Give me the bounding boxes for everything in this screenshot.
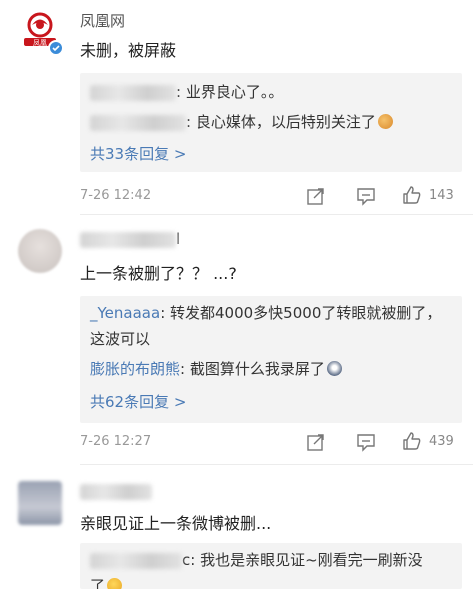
reply-box[interactable]: : 业界良心了。。 : 良心媒体，以后特别关注了 共33条回复 > — [80, 73, 462, 172]
reply-username[interactable]: 膨胀的布朗熊 — [90, 360, 180, 378]
comment-text: 未删，被屏蔽 — [80, 41, 177, 60]
comment-username[interactable]: 凤凰网 — [80, 10, 125, 31]
blurred-username — [90, 552, 182, 569]
comment-timestamp: 7-26 12:42 — [80, 188, 152, 203]
comment-text: 亲眼见证上一条微博被删... — [80, 514, 272, 533]
laughing-emoji-icon — [107, 578, 123, 589]
reply-text: : 良心媒体，以后特别关注了 — [186, 113, 376, 131]
verified-badge-icon — [48, 40, 64, 56]
reply-text: : 截图算什么我录屏了 — [180, 360, 325, 378]
more-replies-link[interactable]: 共33条回复 > — [90, 143, 186, 164]
more-replies-link[interactable]: 共62条回复 > — [90, 391, 186, 412]
comment-username[interactable]: l — [80, 230, 180, 248]
comment-item: l 上一条被删了？？ ...? _Yenaaaa: 转发都4000多快5000了… — [0, 215, 473, 465]
blurred-username — [90, 114, 186, 131]
reply-item[interactable]: 膨胀的布朗熊: 截图算什么我录屏了 — [90, 356, 456, 382]
share-icon[interactable] — [306, 186, 326, 206]
comment-icon[interactable] — [356, 186, 376, 206]
reply-box[interactable]: c: 我也是亲眼见证~刚看完一刷新没了 — [80, 543, 462, 589]
comment-item: 亲眼见证上一条微博被删... c: 我也是亲眼见证~刚看完一刷新没了 — [0, 465, 473, 589]
like-icon[interactable] — [402, 431, 422, 451]
reply-item[interactable]: _Yenaaaa: 转发都4000多快5000了转眼就被删了，这波可以 — [90, 300, 450, 352]
share-icon[interactable] — [306, 432, 326, 452]
reply-text: : 业界良心了。。 — [176, 83, 284, 101]
reply-username[interactable]: _Yenaaaa — [90, 304, 160, 322]
comment-item: 凤凰 凤凰网 未删，被屏蔽 : 业界良心了。。 : 良心媒体，以后特别关注了 共… — [0, 0, 473, 215]
like-count: 439 — [429, 434, 454, 449]
comment-username[interactable] — [80, 482, 152, 500]
avatar[interactable] — [18, 481, 62, 525]
comment-text: 上一条被删了？？ ...? — [80, 264, 237, 283]
clapping-emoji-icon — [377, 114, 393, 129]
reply-item[interactable]: : 良心媒体，以后特别关注了 — [90, 109, 456, 135]
blurred-username — [90, 84, 176, 101]
blurred-username — [80, 231, 176, 248]
avatar[interactable] — [18, 229, 62, 273]
blurred-username — [80, 483, 152, 500]
like-icon[interactable] — [402, 185, 422, 205]
like-count: 143 — [429, 188, 454, 203]
reply-box[interactable]: _Yenaaaa: 转发都4000多快5000了转眼就被删了，这波可以 膨胀的布… — [80, 296, 462, 423]
reply-item[interactable]: : 业界良心了。。 — [90, 79, 456, 105]
username-suffix: l — [176, 230, 181, 248]
comment-timestamp: 7-26 12:27 — [80, 434, 152, 449]
reply-item[interactable]: c: 我也是亲眼见证~刚看完一刷新没了 — [90, 547, 430, 589]
svg-text:凤凰: 凤凰 — [33, 39, 47, 47]
scared-emoji-icon — [326, 361, 342, 376]
comment-icon[interactable] — [356, 432, 376, 452]
